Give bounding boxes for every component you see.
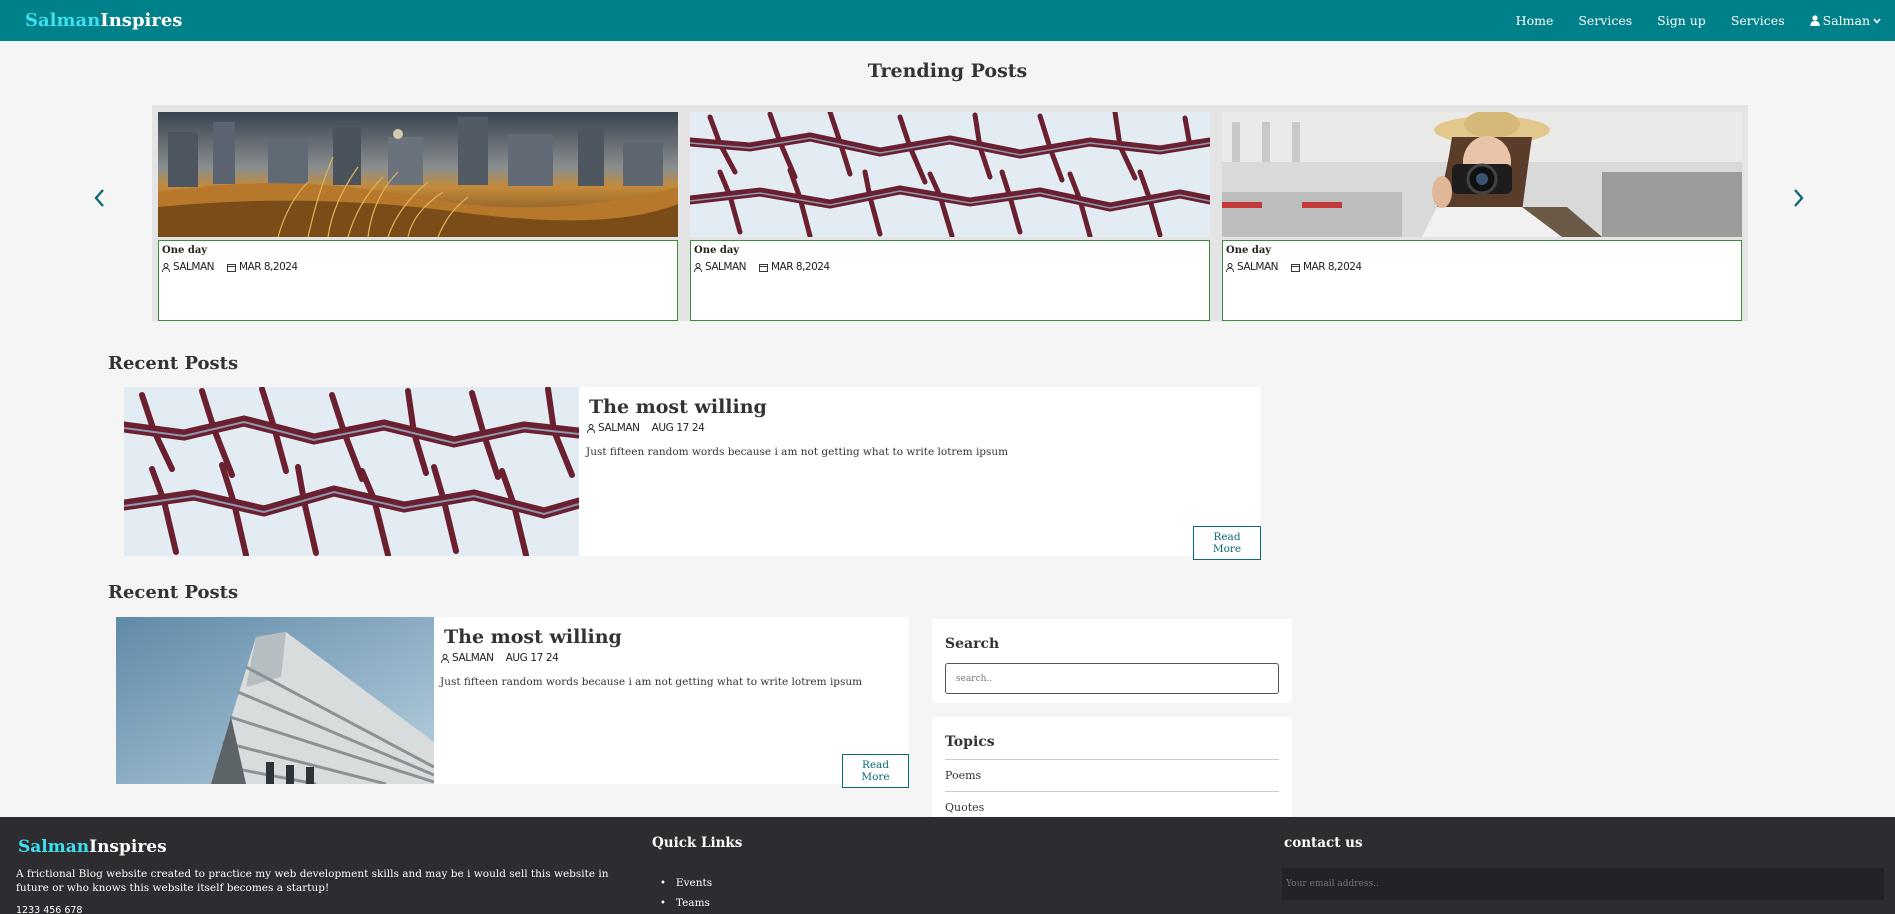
read-more-button[interactable]: Read More	[842, 754, 909, 788]
calendar-icon	[759, 263, 768, 272]
trending-card[interactable]: One day SALMAN MAR 8,2024	[690, 109, 1210, 321]
trending-card-title: One day	[1226, 245, 1272, 256]
nav-links: Home Services Sign up Services Salman	[1491, 13, 1881, 28]
trending-card[interactable]: One day SALMAN MAR 8,2024	[158, 109, 678, 321]
trending-title: Trending Posts	[867, 60, 1028, 82]
post-title[interactable]: The most willing	[444, 626, 622, 648]
post-title[interactable]: The most willing	[589, 396, 767, 418]
contact-title: contact us	[1284, 835, 1363, 851]
red-branch-pattern-photo	[690, 112, 1210, 237]
post-meta: SALMAN AUG 17 24	[587, 422, 705, 434]
recent-post-card[interactable]: The most willing SALMAN AUG 17 24 Just f…	[124, 387, 1261, 560]
user-menu[interactable]: Salman	[1809, 13, 1881, 28]
nav-link-services-2[interactable]: Services	[1731, 13, 1785, 28]
recent-posts-title: Recent Posts	[108, 582, 239, 603]
trending-card-title: One day	[694, 245, 740, 256]
topics-widget: Topics Poems Quotes	[932, 717, 1292, 817]
footer-brand-second: Inspires	[89, 837, 167, 857]
user-icon	[1226, 262, 1234, 272]
quick-link-label: Events	[675, 877, 713, 889]
search-widget: Search	[932, 619, 1292, 703]
calendar-icon	[1291, 263, 1300, 272]
quick-link-events[interactable]: Events	[660, 877, 712, 889]
post-excerpt: Just fifteen random words because i am n…	[440, 676, 863, 688]
trending-card[interactable]: One day SALMAN MAR 8,2024	[1222, 109, 1742, 321]
post-date: AUG 17 24	[505, 652, 559, 664]
chevron-down-icon	[1873, 17, 1881, 24]
calendar-icon	[227, 263, 236, 272]
search-input[interactable]	[945, 663, 1279, 694]
building-photo	[116, 617, 434, 784]
photographer-woman-photo	[1222, 112, 1742, 237]
brand-first: Salman	[25, 10, 101, 31]
footer-brand[interactable]: SalmanInspires	[18, 837, 167, 857]
brand-logo[interactable]: SalmanInspires	[25, 10, 182, 31]
post-excerpt: Just fifteen random words because i am n…	[586, 446, 1009, 458]
recent-posts-title: Recent Posts	[108, 353, 239, 374]
trending-card-author: SALMAN	[1237, 261, 1279, 273]
navbar: SalmanInspires Home Services Sign up Ser…	[0, 0, 1895, 41]
footer: SalmanInspires A frictional Blog website…	[0, 817, 1895, 914]
red-branch-pattern-photo	[124, 387, 579, 556]
city-field-photo	[158, 112, 678, 237]
user-icon	[694, 262, 702, 272]
search-widget-title: Search	[945, 636, 1000, 652]
trending-card-body: One day SALMAN MAR 8,2024	[1222, 240, 1742, 321]
quick-links-title: Quick Links	[652, 835, 743, 851]
footer-brand-first: Salman	[18, 837, 90, 857]
user-name: Salman	[1822, 13, 1870, 28]
quick-link-teams[interactable]: Teams	[660, 897, 710, 909]
post-meta: SALMAN AUG 17 24	[441, 652, 559, 664]
trending-card-author: SALMAN	[173, 261, 215, 273]
nav-link-services[interactable]: Services	[1578, 13, 1632, 28]
footer-phone: 1233 456 678	[16, 905, 83, 914]
topic-item-quotes[interactable]: Quotes	[945, 791, 1279, 814]
trending-card-title: One day	[162, 245, 208, 256]
post-author: SALMAN	[598, 422, 640, 434]
user-icon	[162, 262, 170, 272]
post-date: AUG 17 24	[651, 422, 705, 434]
trending-card-body: One day SALMAN MAR 8,2024	[690, 240, 1210, 321]
trending-carousel: One day SALMAN MAR 8,2024 One day SALMAN…	[152, 105, 1748, 321]
user-icon	[1809, 15, 1820, 26]
trending-card-body: One day SALMAN MAR 8,2024	[158, 240, 678, 321]
quick-link-label: Teams	[675, 897, 710, 909]
trending-card-date: MAR 8,2024	[1303, 261, 1362, 273]
user-icon	[441, 653, 449, 663]
carousel-next-icon[interactable]	[1786, 186, 1810, 210]
nav-link-signup[interactable]: Sign up	[1657, 13, 1706, 28]
topics-widget-title: Topics	[945, 734, 995, 750]
trending-card-meta: SALMAN MAR 8,2024	[694, 261, 1206, 273]
footer-description: A frictional Blog website created to pra…	[16, 868, 609, 894]
email-field[interactable]	[1282, 868, 1884, 900]
topic-item-poems[interactable]: Poems	[945, 759, 1279, 782]
nav-link-home[interactable]: Home	[1516, 13, 1554, 28]
brand-second: Inspires	[100, 10, 183, 31]
trending-card-meta: SALMAN MAR 8,2024	[162, 261, 674, 273]
trending-card-date: MAR 8,2024	[239, 261, 298, 273]
recent-post-card[interactable]: The most willing SALMAN AUG 17 24 Just f…	[116, 617, 909, 788]
trending-card-meta: SALMAN MAR 8,2024	[1226, 261, 1738, 273]
read-more-button[interactable]: Read More	[1193, 526, 1261, 560]
carousel-prev-icon[interactable]	[88, 186, 112, 210]
trending-card-date: MAR 8,2024	[771, 261, 830, 273]
trending-card-author: SALMAN	[705, 261, 747, 273]
user-icon	[587, 423, 595, 433]
post-author: SALMAN	[452, 652, 494, 664]
